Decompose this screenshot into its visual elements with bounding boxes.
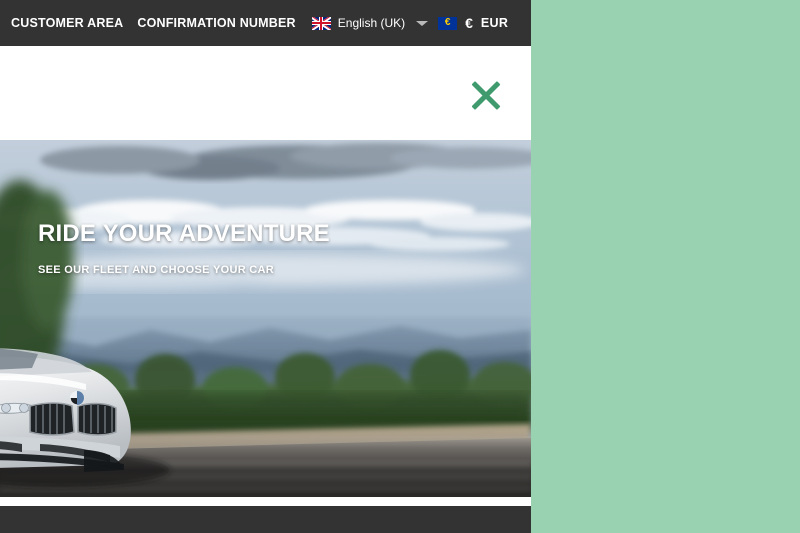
hero-copy: RIDE YOUR ADVENTURE SEE OUR FLEET AND CH… — [38, 220, 330, 277]
uk-flag-icon — [311, 16, 331, 30]
header-strip — [0, 46, 531, 140]
hero-image — [0, 140, 531, 497]
currency-code: EUR — [480, 16, 509, 30]
content-gap — [0, 497, 531, 506]
main-menu-panel: HOME RENT A CAR CAR DETAILS YOUR ORDERS … — [531, 0, 800, 533]
confirmation-number-link[interactable]: CONFIRMATION NUMBER — [137, 16, 295, 30]
hero-banner: RIDE YOUR ADVENTURE SEE OUR FLEET AND CH… — [0, 140, 531, 497]
footer-bar — [0, 506, 531, 533]
utility-topbar: CUSTOMER AREA CONFIRMATION NUMBER Englis… — [0, 0, 531, 46]
chevron-down-icon[interactable] — [416, 20, 429, 26]
hero-subtitle: SEE OUR FLEET AND CHOOSE YOUR CAR — [38, 264, 275, 276]
language-selector[interactable]: English (UK) — [311, 16, 429, 30]
close-icon[interactable] — [467, 77, 504, 114]
hero-title: RIDE YOUR ADVENTURE — [38, 220, 330, 247]
customer-area-link[interactable]: CUSTOMER AREA — [11, 16, 123, 30]
currency-selector[interactable]: € € EUR — [438, 15, 508, 31]
currency-symbol: € — [465, 15, 473, 31]
language-label: English (UK) — [337, 16, 406, 30]
page-root: CUSTOMER AREA CONFIRMATION NUMBER Englis… — [0, 0, 800, 533]
eu-flag-icon: € — [438, 16, 458, 30]
